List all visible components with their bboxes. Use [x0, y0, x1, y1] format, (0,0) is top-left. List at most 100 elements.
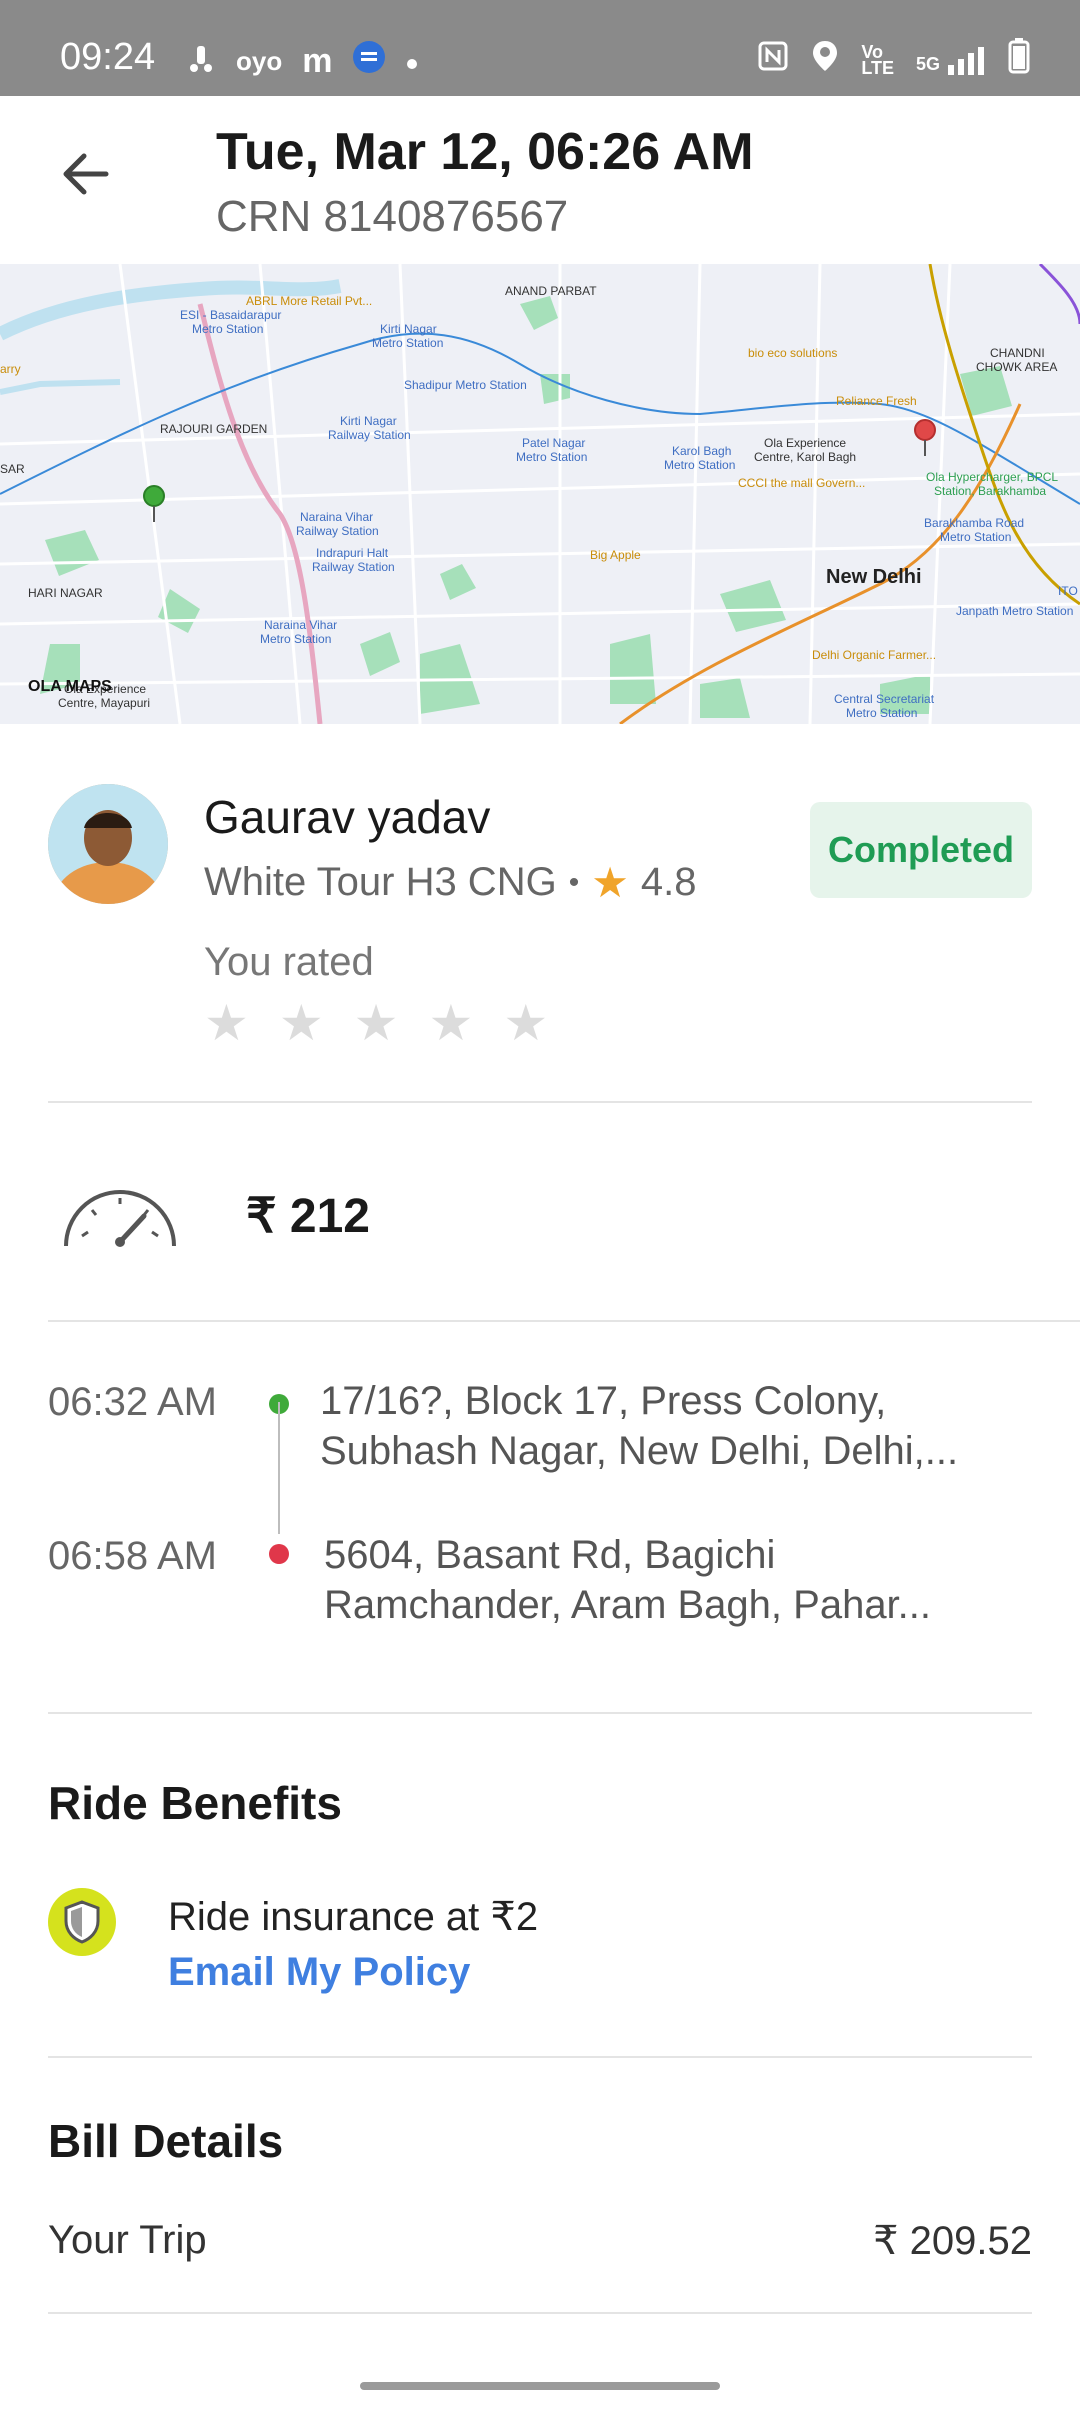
map-label: SAR: [0, 462, 25, 476]
map-label: Janpath Metro Station: [956, 604, 1074, 618]
rating-star-icon: ★: [591, 859, 629, 906]
volte-icon: Vo LTE: [861, 42, 894, 78]
map-label: CCCI the mall Govern...: [738, 476, 866, 490]
map-label: Metro Station: [192, 322, 264, 336]
map-label: ITO: [1058, 584, 1078, 598]
scooter-icon: [186, 40, 216, 82]
map-label: Metro Station: [940, 530, 1012, 544]
map-label: Ola Experience: [764, 436, 847, 450]
map-label: bio eco solutions: [748, 346, 838, 360]
map-label: Railway Station: [296, 524, 379, 538]
battery-icon: [1008, 38, 1030, 82]
drop-dot-icon: [269, 1544, 289, 1564]
map-label: RAJOURI GARDEN: [160, 422, 268, 436]
speedometer-icon: [60, 1180, 180, 1255]
separator-dot: •: [568, 865, 580, 899]
drop-address-line: Ramchander, Aram Bagh, Pahar...: [324, 1583, 932, 1627]
map-label: Reliance Fresh: [836, 394, 917, 408]
map-label: Indrapuri Halt: [316, 546, 389, 560]
map-label: Centre, Mayapuri: [58, 696, 151, 710]
m-app-icon: m: [302, 41, 333, 80]
map-label: Centre, Karol Bagh: [754, 450, 857, 464]
pickup-address-line: 17/16?, Block 17, Press Colony,: [320, 1379, 887, 1423]
route-map[interactable]: ANAND PARBAT ABRL More Retail Pvt... ESI…: [0, 264, 1080, 724]
ola-maps-logo: OLA MAPS: [28, 678, 112, 695]
gesture-bar[interactable]: [360, 2382, 720, 2390]
crn-number: CRN 8140876567: [216, 192, 569, 241]
map-label: New Delhi: [826, 566, 922, 588]
star-icon[interactable]: ★: [279, 998, 324, 1048]
fare-amount: ₹ 212: [246, 1190, 370, 1243]
divider: [48, 2056, 1032, 2058]
map-label: Naraina Vihar: [300, 510, 374, 524]
notification-icons: oyo m: [186, 40, 418, 82]
trip-timeline: 06:32 AM 17/16?, Block 17, Press Colony,…: [0, 1322, 1080, 1712]
nfc-icon: [757, 40, 789, 80]
system-icons: Vo LTE 5G: [757, 38, 1030, 82]
map-label: Karol Bagh: [672, 444, 732, 458]
map-label: Metro Station: [372, 336, 444, 350]
bill-details-title: Bill Details: [48, 2115, 284, 2167]
back-button[interactable]: [56, 144, 116, 204]
arrow-left-icon: [63, 153, 109, 195]
map-label: Delhi Organic Farmer...: [812, 648, 937, 662]
divider: [48, 1101, 1032, 1103]
drop-address: 5604, Basant Rd, Bagichi Ramchander, Ara…: [324, 1530, 1004, 1630]
pickup-pin-icon: [143, 485, 165, 522]
map-label: Shadipur Metro Station: [404, 378, 527, 392]
ride-header: Tue, Mar 12, 06:26 AM CRN 8140876567: [0, 96, 1080, 264]
map-label: HARI NAGAR: [28, 586, 103, 600]
map-label: ESI - Basaidarapur: [180, 308, 282, 322]
drop-address-line: 5604, Basant Rd, Bagichi: [324, 1533, 776, 1577]
star-icon[interactable]: ★: [354, 998, 399, 1048]
map-label: ANAND PARBAT: [505, 284, 597, 298]
divider: [48, 2312, 1032, 2314]
map-label: Kirti Nagar: [340, 414, 397, 428]
route-line: [278, 1402, 280, 1534]
your-trip-label: Your Trip: [48, 2218, 207, 2262]
drop-pin-icon: [914, 419, 936, 456]
fare-row[interactable]: ₹ 212: [0, 1104, 1080, 1320]
insurance-label: Ride insurance at ₹2: [168, 1895, 539, 1939]
map-label: Barakhamba Road: [924, 516, 1025, 530]
status-time: 09:24: [60, 36, 156, 78]
map-label: Railway Station: [328, 428, 411, 442]
location-icon: [811, 39, 839, 81]
map-label: Metro Station: [260, 632, 332, 646]
map-label: Naraina Vihar: [264, 618, 338, 632]
signal-icon: 5G: [916, 45, 986, 75]
your-trip-row: Your Trip ₹ 209.52: [48, 2218, 1032, 2264]
pickup-address-line: Subhash Nagar, New Delhi, Delhi,...: [320, 1429, 959, 1473]
rating-stars[interactable]: ★ ★ ★ ★ ★: [204, 998, 548, 1048]
driver-name: Gaurav yadav: [204, 791, 491, 843]
map-label: CHOWK AREA: [976, 360, 1058, 374]
driver-avatar: [48, 784, 168, 904]
map-label: Railway Station: [312, 560, 395, 574]
star-icon[interactable]: ★: [428, 998, 473, 1048]
vehicle-name: White Tour H3 CNG: [204, 860, 557, 904]
map-label: Ola Hypercharger, BPCL: [926, 470, 1059, 484]
email-policy-link[interactable]: Email My Policy: [168, 1950, 470, 1995]
vehicle-info: White Tour H3 CNG • ★ 4.8: [204, 858, 696, 907]
driver-rating: 4.8: [640, 860, 697, 904]
driver-card: Gaurav yadav White Tour H3 CNG • ★ 4.8 C…: [0, 724, 1080, 1102]
ride-date-title: Tue, Mar 12, 06:26 AM: [216, 123, 754, 181]
dot-icon: [406, 44, 418, 78]
map-label: Metro Station: [664, 458, 736, 472]
english-hindi-app-icon: [352, 40, 386, 82]
star-icon[interactable]: ★: [503, 998, 548, 1048]
your-trip-value: ₹ 209.52: [873, 2219, 1032, 2263]
map-label: CHANDNI: [990, 346, 1045, 360]
pickup-address: 17/16?, Block 17, Press Colony, Subhash …: [320, 1376, 1000, 1476]
shield-icon: [48, 1888, 116, 1956]
map-label: Central Secretariat: [834, 692, 935, 706]
map-label: Station, Barakhamba: [934, 484, 1047, 498]
star-icon[interactable]: ★: [204, 998, 249, 1048]
you-rated-label: You rated: [204, 940, 374, 984]
map-label: Big Apple: [590, 548, 641, 562]
ride-benefits-title: Ride Benefits: [48, 1777, 342, 1829]
map-label: Metro Station: [516, 450, 588, 464]
map-label: Metro Station: [846, 706, 918, 720]
map-label: ABRL More Retail Pvt...: [246, 294, 373, 308]
map-label: Kirti Nagar: [380, 322, 437, 336]
